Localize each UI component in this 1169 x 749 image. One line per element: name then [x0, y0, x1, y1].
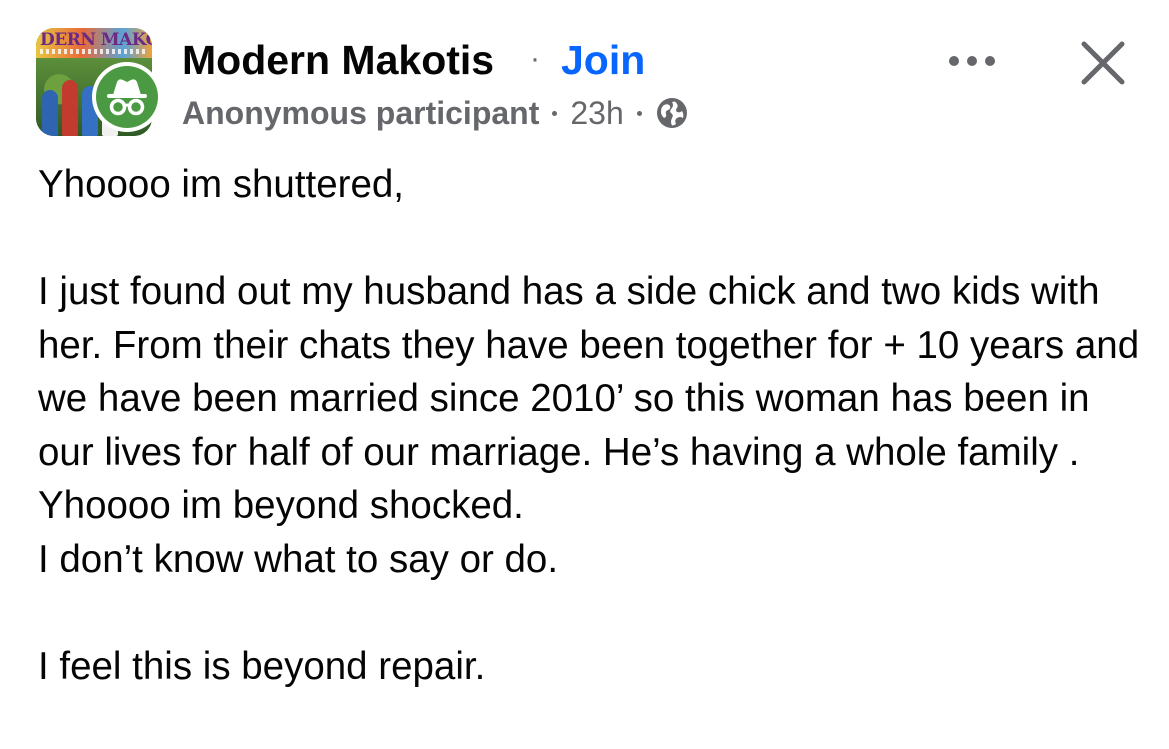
globe-icon[interactable]	[655, 96, 689, 130]
separator-dot	[636, 110, 642, 116]
paragraph-break	[38, 586, 1148, 640]
separator-dot: ·	[530, 42, 540, 75]
close-icon[interactable]	[1078, 38, 1128, 88]
post-paragraph: I just found out my husband has a side c…	[38, 270, 1140, 581]
post-timestamp[interactable]: 23h	[570, 95, 623, 132]
separator-dot	[552, 110, 558, 116]
join-button[interactable]: Join	[561, 36, 645, 84]
group-avatar-text: DERN MAKO	[40, 30, 152, 50]
post-card: DERN MAKO Modern Makotis · Join Anonymou…	[0, 0, 1169, 749]
post-text: Yhoooo im shuttered, I just found out my…	[38, 158, 1148, 693]
post-paragraph: I feel this is beyond repair.	[38, 644, 486, 688]
anonymous-avatar	[92, 62, 162, 132]
group-avatar-tagline	[40, 49, 148, 54]
more-horizontal-icon[interactable]	[942, 46, 1002, 76]
incognito-icon	[107, 79, 147, 116]
post-meta: Anonymous participant 23h	[182, 93, 689, 133]
post-paragraph: Yhoooo im shuttered,	[38, 163, 404, 206]
paragraph-break	[38, 212, 1148, 266]
author-name[interactable]: Anonymous participant	[182, 95, 539, 132]
group-name[interactable]: Modern Makotis	[182, 36, 494, 84]
